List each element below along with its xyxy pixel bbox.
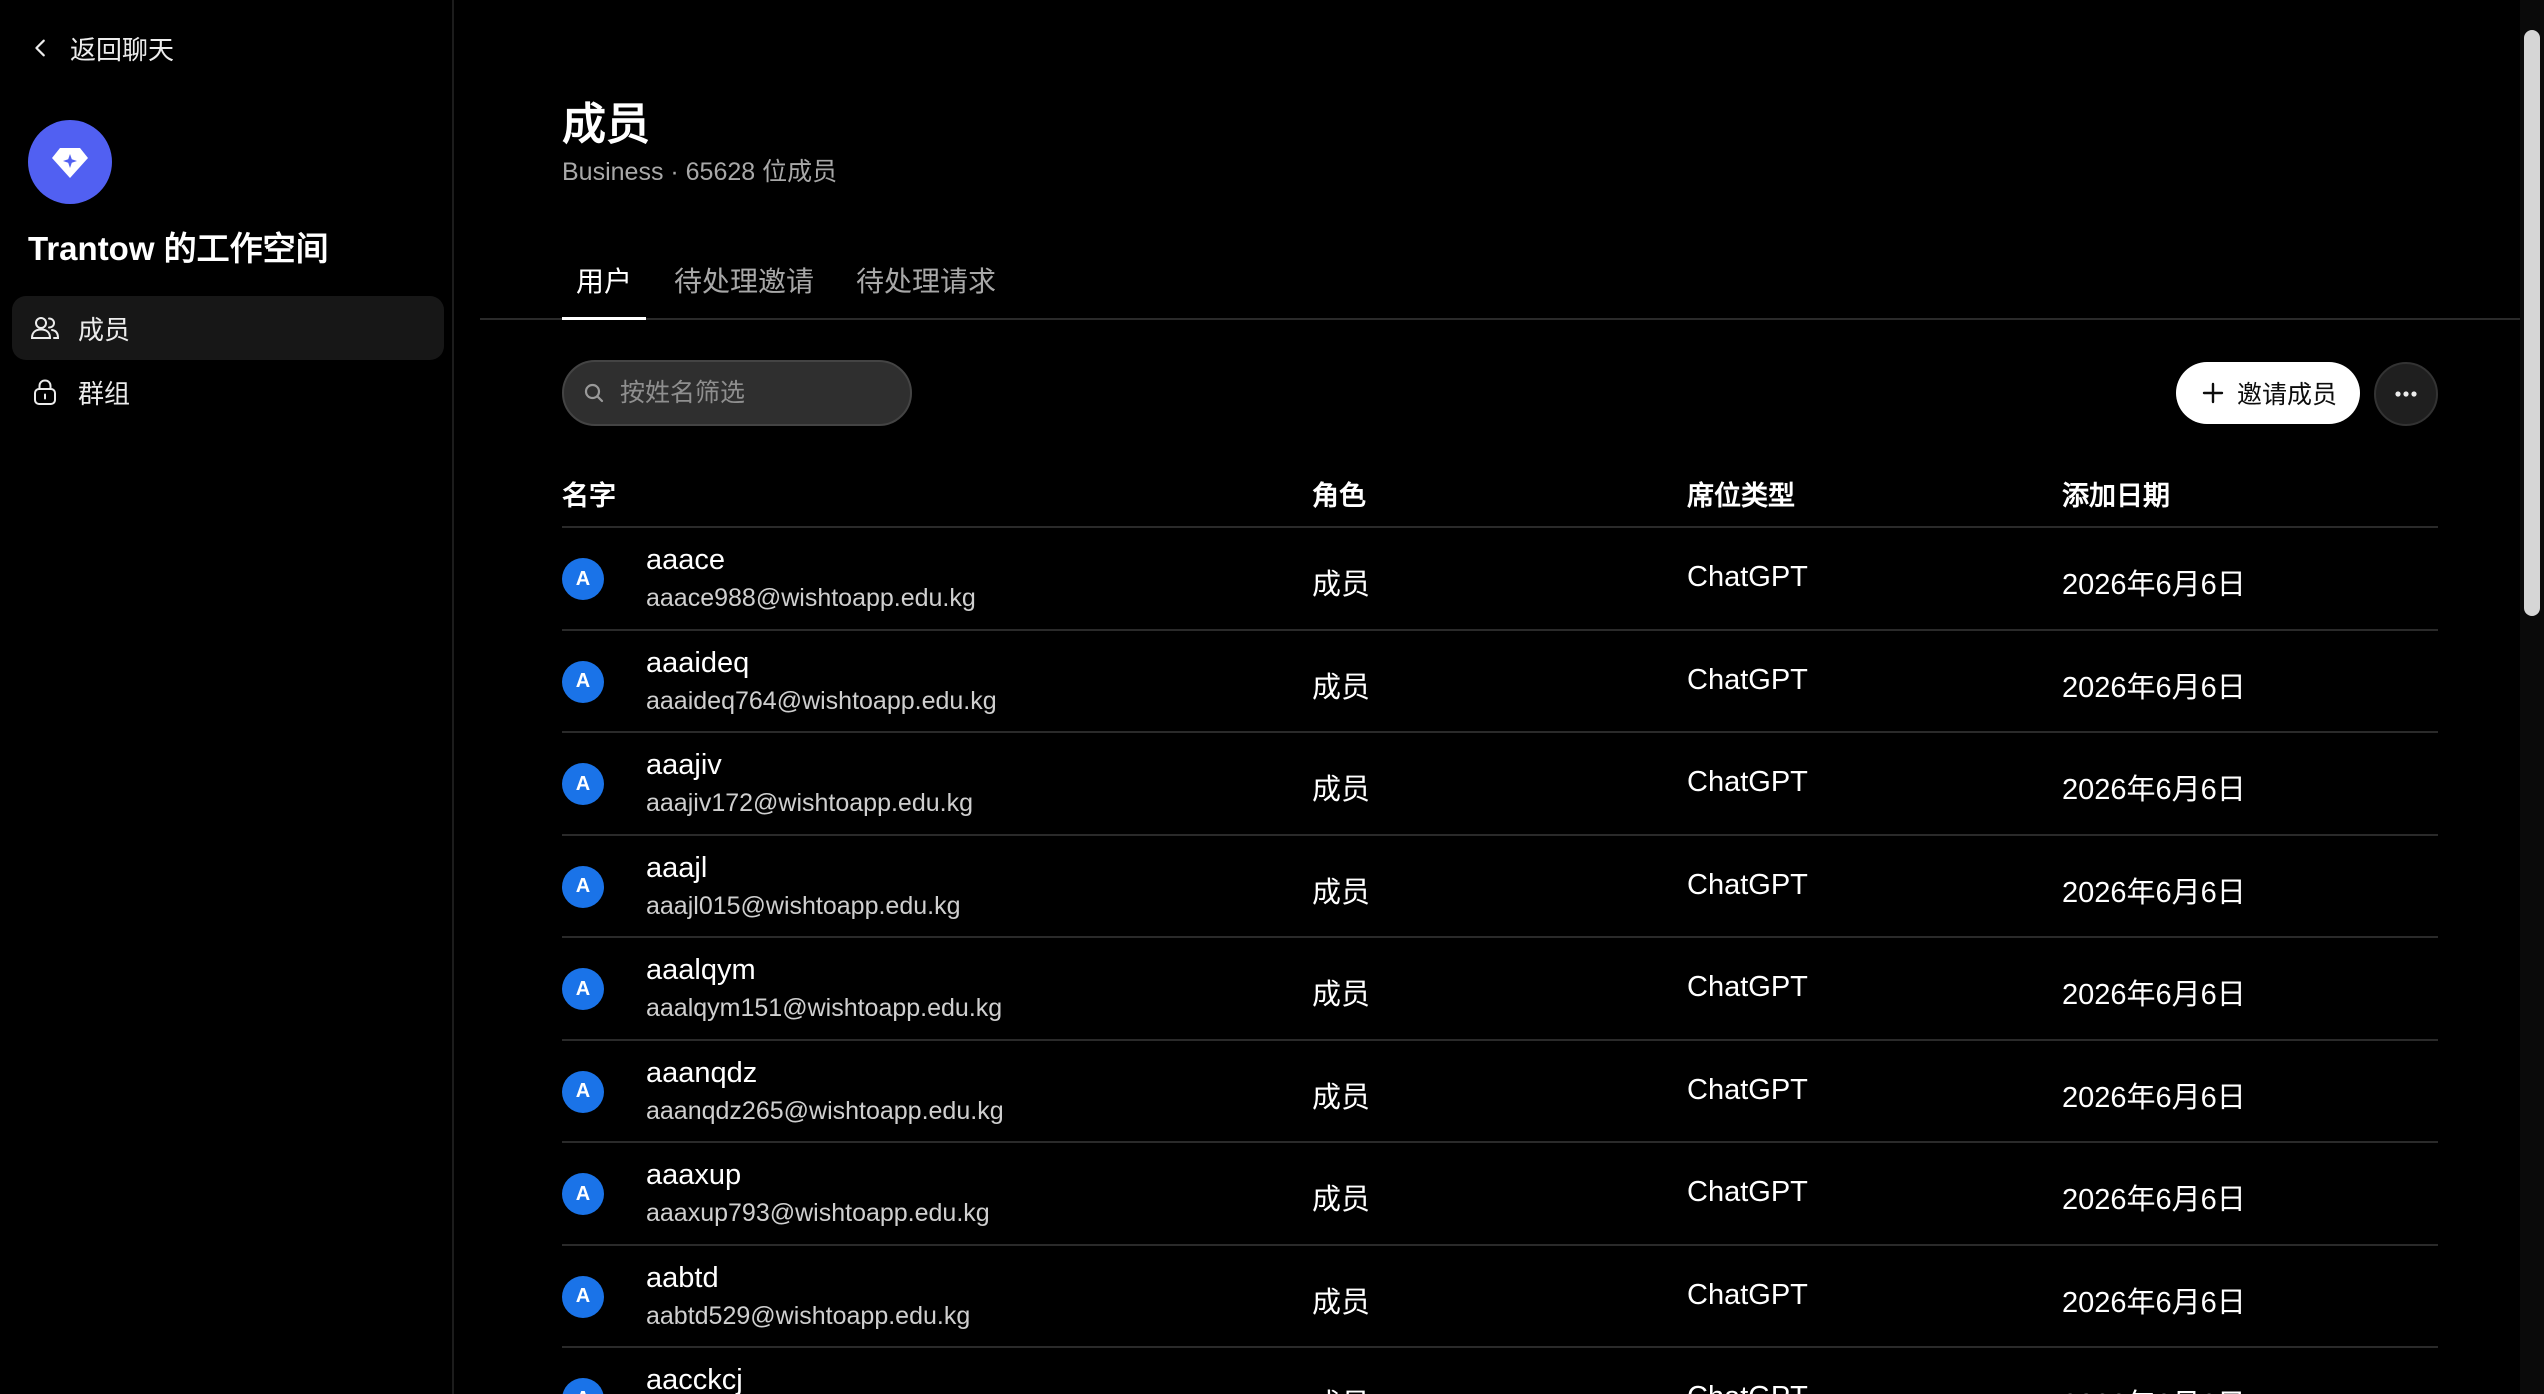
member-seat-type: ChatGPT <box>1687 1278 1808 1311</box>
member-date-added: 2026年6月6日 <box>2062 1184 2246 1216</box>
scrollbar[interactable] <box>2520 0 2544 1394</box>
member-name: aaaxup <box>646 1159 742 1191</box>
member-seat-type: ChatGPT <box>1687 561 1808 593</box>
member-date-added: 2026年6月6日 <box>2062 979 2246 1011</box>
member-email: aaanqdz265@wishtoapp.edu.kg <box>646 1096 1004 1125</box>
member-email: aaajl015@wishtoapp.edu.kg <box>646 891 961 920</box>
scrollbar-thumb[interactable] <box>2524 30 2540 616</box>
member-role[interactable]: 成员 <box>1312 1381 1370 1394</box>
member-email: aaaideq764@wishtoapp.edu.kg <box>646 686 997 715</box>
avatar: A <box>562 1070 604 1113</box>
member-role[interactable]: 成员 <box>1312 766 1370 808</box>
app-window: 返回聊天 Trantow 的工作空间 成员 群组 成员 Business · 6… <box>0 0 2544 1394</box>
member-name: aaaideq <box>646 646 750 679</box>
table-row[interactable]: A aaaxup aaaxup793@wishtoapp.edu.kg 成员 C… <box>562 1143 2438 1246</box>
member-date-added: 2026年6月6日 <box>2062 1381 2246 1394</box>
main-content: 成员 Business · 65628 位成员 用户 待处理邀请 待处理请求 邀… <box>480 0 2520 1394</box>
member-date-added: 2026年6月6日 <box>2062 774 2246 806</box>
search-field[interactable] <box>562 360 912 426</box>
table-row[interactable]: A aaajl aaajl015@wishtoapp.edu.kg 成员 Cha… <box>562 836 2438 938</box>
member-name: aabtd <box>646 1261 719 1294</box>
avatar: A <box>562 558 604 600</box>
chevron-left-icon <box>35 39 45 57</box>
member-role[interactable]: 成员 <box>1312 1176 1370 1218</box>
workspace-logo <box>28 120 112 204</box>
member-role[interactable]: 成员 <box>1312 1279 1370 1321</box>
member-date-added: 2026年6月6日 <box>2062 671 2246 704</box>
page-title: 成员 <box>562 100 650 149</box>
member-name: aaajiv <box>646 749 722 781</box>
member-seat-type: ChatGPT <box>1687 971 1808 1003</box>
member-email: aaaxup793@wishtoapp.edu.kg <box>646 1199 990 1227</box>
table-header: 名字 角色 席位类型 添加日期 <box>562 470 2438 528</box>
member-role[interactable]: 成员 <box>1312 1074 1370 1116</box>
member-date-added: 2026年6月6日 <box>2062 876 2246 909</box>
table-row[interactable]: A aacckcj 成员 ChatGPT 2026年6月6日 <box>562 1348 2438 1394</box>
sidebar-item-label: 成员 <box>78 314 131 345</box>
invite-label: 邀请成员 <box>2236 381 2337 409</box>
member-email: aabtd529@wishtoapp.edu.kg <box>646 1301 971 1330</box>
table-row[interactable]: A aaajiv aaajiv172@wishtoapp.edu.kg 成员 C… <box>562 733 2438 836</box>
invite-member-button[interactable]: 邀请成员 <box>2176 362 2360 424</box>
member-seat-type: ChatGPT <box>1687 1073 1808 1106</box>
back-label: 返回聊天 <box>70 34 175 65</box>
member-role[interactable]: 成员 <box>1312 869 1370 911</box>
avatar: A <box>562 763 604 805</box>
page-subtitle: Business · 65628 位成员 <box>562 158 838 186</box>
member-role[interactable]: 成员 <box>1312 664 1370 706</box>
lock-icon <box>34 379 56 405</box>
sidebar-item-groups[interactable]: 群组 <box>12 360 444 424</box>
avatar: A <box>562 1173 604 1215</box>
tab-pending-requests[interactable]: 待处理请求 <box>856 254 996 320</box>
member-name: aaajl <box>646 851 708 884</box>
member-name: aaace <box>646 544 726 576</box>
member-seat-type: ChatGPT <box>1687 1381 1808 1394</box>
member-date-added: 2026年6月6日 <box>2062 1081 2246 1114</box>
search-input[interactable] <box>620 378 890 408</box>
member-name: aacckcj <box>646 1364 743 1394</box>
member-role[interactable]: 成员 <box>1312 561 1370 603</box>
member-name: aaanqdz <box>646 1056 758 1089</box>
members-table-body: A aaace aaace988@wishtoapp.edu.kg 成员 Cha… <box>562 528 2438 1394</box>
sidebar-item-members[interactable]: 成员 <box>12 296 444 360</box>
back-to-chat-link[interactable]: 返回聊天 <box>30 28 174 68</box>
tab-users[interactable]: 用户 <box>562 254 647 320</box>
member-email: aaace988@wishtoapp.edu.kg <box>646 584 976 612</box>
member-email: aaalqym151@wishtoapp.edu.kg <box>646 994 1003 1022</box>
tab-bar: 用户 待处理邀请 待处理请求 <box>480 254 2520 320</box>
avatar: A <box>562 865 604 908</box>
column-header-date-added[interactable]: 添加日期 <box>2062 474 2170 513</box>
member-date-added: 2026年6月6日 <box>2062 1286 2246 1319</box>
diamond-sparkle-icon <box>52 148 88 178</box>
plus-icon <box>2202 382 2224 404</box>
avatar: A <box>562 660 604 703</box>
table-row[interactable]: A aaace aaace988@wishtoapp.edu.kg 成员 Cha… <box>562 528 2438 631</box>
column-header-role[interactable]: 角色 <box>1312 474 1366 513</box>
more-horizontal-icon <box>2395 391 2417 397</box>
member-date-added: 2026年6月6日 <box>2062 569 2246 601</box>
member-seat-type: ChatGPT <box>1687 663 1808 696</box>
users-icon <box>30 317 60 339</box>
member-seat-type: ChatGPT <box>1687 766 1808 798</box>
avatar: A <box>562 968 604 1010</box>
avatar: A <box>562 1378 604 1394</box>
member-name: aaalqym <box>646 954 756 986</box>
workspace-name: Trantow 的工作空间 <box>28 230 329 267</box>
member-role[interactable]: 成员 <box>1312 971 1370 1013</box>
table-row[interactable]: A aaaideq aaaideq764@wishtoapp.edu.kg 成员… <box>562 631 2438 733</box>
column-header-name[interactable]: 名字 <box>562 474 616 513</box>
table-row[interactable]: A aabtd aabtd529@wishtoapp.edu.kg 成员 Cha… <box>562 1246 2438 1348</box>
table-row[interactable]: A aaanqdz aaanqdz265@wishtoapp.edu.kg 成员… <box>562 1041 2438 1143</box>
search-icon <box>584 383 604 403</box>
table-row[interactable]: A aaalqym aaalqym151@wishtoapp.edu.kg 成员… <box>562 938 2438 1041</box>
member-seat-type: ChatGPT <box>1687 1176 1808 1208</box>
sidebar-item-label: 群组 <box>78 378 131 409</box>
sidebar: 返回聊天 Trantow 的工作空间 成员 群组 <box>0 0 454 1394</box>
member-email: aaajiv172@wishtoapp.edu.kg <box>646 789 973 817</box>
tab-pending-invites[interactable]: 待处理邀请 <box>674 254 814 320</box>
column-header-seat-type[interactable]: 席位类型 <box>1687 474 1795 513</box>
member-seat-type: ChatGPT <box>1687 868 1808 901</box>
more-options-button[interactable] <box>2374 362 2438 426</box>
avatar: A <box>562 1275 604 1318</box>
